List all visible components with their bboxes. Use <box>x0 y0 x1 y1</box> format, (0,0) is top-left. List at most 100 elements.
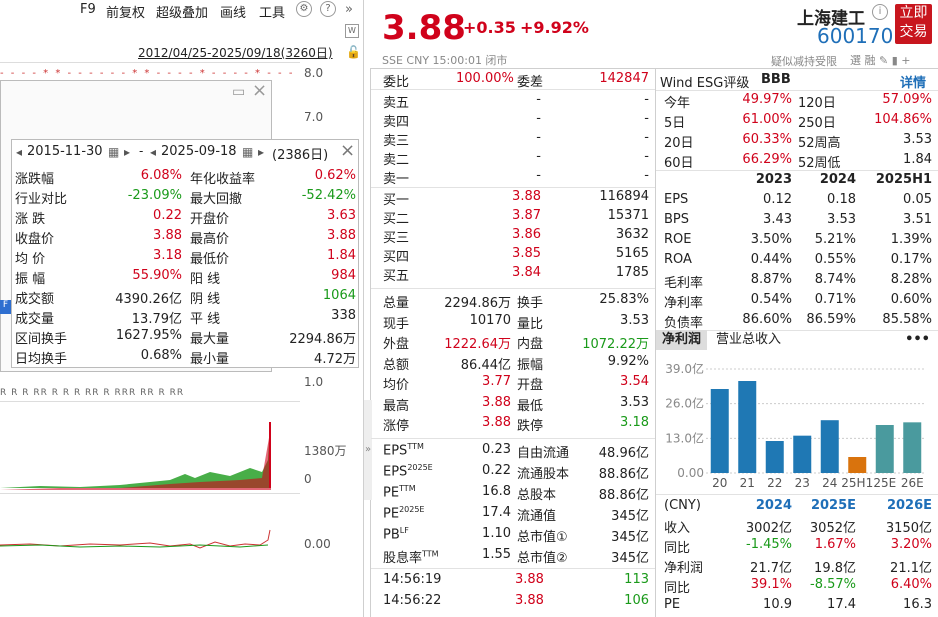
close-icon[interactable]: × <box>340 140 355 161</box>
calendar-icon[interactable]: ▦ <box>242 145 253 159</box>
buy-volume: 116894 <box>599 189 649 204</box>
tick-price: 3.88 <box>515 593 544 608</box>
lock-icon[interactable]: 🔓 <box>346 45 361 59</box>
bar[interactable] <box>710 389 729 473</box>
f9-button[interactable]: F9 <box>80 2 96 17</box>
next-start-icon[interactable]: ▸ <box>124 145 130 159</box>
forecast-value: 21.1亿 <box>890 561 932 576</box>
sell-price: - <box>536 92 541 107</box>
divider <box>656 494 938 495</box>
webi-label: 委比 <box>383 75 410 90</box>
overlay-button[interactable]: 超级叠加 <box>156 2 208 21</box>
tab-net-profit[interactable]: 净利润 <box>656 330 708 350</box>
trade-button[interactable]: 立即 交易 <box>895 4 932 44</box>
summary-value: 1072.22万 <box>582 337 649 352</box>
forecast-value: 19.8亿 <box>814 561 856 576</box>
fin-value: 3.53 <box>827 212 856 227</box>
tab-revenue[interactable]: 营业总收入 <box>716 330 781 350</box>
stats-label: 开盘价 <box>190 212 230 227</box>
buy-price: 3.87 <box>512 208 541 223</box>
toolbar-icons[interactable]: 選 融 ✎ ▮ + <box>850 52 910 68</box>
gear-icon[interactable]: ⚙ <box>296 1 312 17</box>
buy-level-label: 买一 <box>383 193 410 208</box>
fin-value: 8.87% <box>750 272 792 287</box>
bar[interactable] <box>793 435 812 473</box>
fin-value: 86.59% <box>806 312 856 327</box>
f-marker: F <box>0 300 11 314</box>
stats-value: 3.18 <box>153 248 182 263</box>
bar[interactable] <box>848 457 867 473</box>
bar[interactable] <box>820 420 839 473</box>
valuation-value: 16.8 <box>482 484 511 499</box>
divider <box>371 288 655 289</box>
tools-button[interactable]: 工具 <box>259 2 285 21</box>
more-icon[interactable]: ••• <box>905 330 930 350</box>
forecast-label: 同比 <box>664 541 691 556</box>
buy-level-label: 买五 <box>383 269 410 284</box>
valuation-value: 17.4 <box>482 505 511 520</box>
stats-label: 平 线 <box>190 312 221 327</box>
divider <box>371 438 655 439</box>
fin-value: 86.60% <box>742 312 792 327</box>
next-end-icon[interactable]: ▸ <box>258 145 264 159</box>
stats-value: -23.09% <box>127 188 182 203</box>
draw-button[interactable]: 画线 <box>220 2 246 21</box>
stock-code: 600170 <box>817 24 894 48</box>
stats-label: 行业对比 <box>15 192 68 207</box>
forecast-label: 净利润 <box>664 561 704 576</box>
fin-label: BPS <box>664 212 690 227</box>
fin-value: 0.55% <box>814 252 856 267</box>
esg-grade: BBB <box>761 72 791 87</box>
kline-pane[interactable]: F9 前复权 超级叠加 画线 工具 ⚙ ? » W 🔓 2012/04/25-2… <box>0 0 364 617</box>
buy-price: 3.84 <box>512 265 541 280</box>
buy-volume: 1785 <box>615 265 649 280</box>
x-tick-label: 24 <box>822 476 837 490</box>
window-restore-icon[interactable]: ▭ <box>232 84 245 100</box>
info-icon[interactable]: i <box>872 4 888 20</box>
valuation-value: 48.96亿 <box>598 446 649 461</box>
buy-level-label: 买二 <box>383 212 410 227</box>
help-icon[interactable]: ? <box>320 1 336 17</box>
bar[interactable] <box>875 425 894 473</box>
stats-label: 日均换手 <box>15 352 68 367</box>
window-close-icon[interactable]: × <box>252 80 267 101</box>
bar[interactable] <box>903 422 922 473</box>
bar[interactable] <box>738 381 757 473</box>
fin-value: 8.28% <box>890 272 932 287</box>
valuation-label: 总市值② <box>517 551 568 566</box>
valuation-label: PBLF <box>383 526 409 542</box>
stats-label: 涨 跌 <box>15 212 46 227</box>
market-meta: SSE CNY 15:00:01 闭市 <box>382 54 508 67</box>
prev-start-icon[interactable]: ◂ <box>16 145 22 159</box>
perf-value: 3.53 <box>903 132 932 147</box>
summary-label: 内盘 <box>517 337 544 352</box>
fin-value: 0.71% <box>814 292 856 307</box>
prev-end-icon[interactable]: ◂ <box>150 145 156 159</box>
wp-icon[interactable]: W <box>345 24 359 38</box>
fin-value: 1.39% <box>890 232 932 247</box>
stats-value: 1064 <box>322 288 356 303</box>
perf-value: 1.84 <box>903 152 932 167</box>
date-range-label[interactable]: 2012/04/25-2025/09/18(3260日) <box>138 44 333 61</box>
stats-value: 3.88 <box>153 228 182 243</box>
fin-label: ROE <box>664 232 692 247</box>
quote-header: 3.88 +0.35 +9.92% 上海建工 i 600170 SSE CNY … <box>370 0 938 68</box>
stats-value: 13.79亿 <box>131 312 182 327</box>
stats-label: 最高价 <box>190 232 230 247</box>
stats-label: 区间换手 <box>15 332 68 347</box>
esg-detail-link[interactable]: 详情 <box>900 72 926 91</box>
fin-value: 3.43 <box>763 212 792 227</box>
summary-label: 最低 <box>517 398 544 414</box>
tick-price: 3.88 <box>515 572 544 587</box>
stats-label: 最低价 <box>190 252 230 267</box>
end-date[interactable]: 2025-09-18 <box>161 144 237 159</box>
bar[interactable] <box>765 441 784 473</box>
summary-value: 2294.86万 <box>444 296 511 311</box>
expand-icon[interactable]: » <box>345 2 353 17</box>
restore-button[interactable]: 前复权 <box>106 2 145 21</box>
calendar-icon[interactable]: ▦ <box>108 145 119 159</box>
x-tick-label: 26E <box>901 476 924 490</box>
start-date[interactable]: 2015-11-30 <box>27 144 103 159</box>
stats-row: 涨 跌 0.22 开盘价 3.63 <box>12 208 360 228</box>
event-markers-top: - - - - * * - - - - - - * * - - - - * - … <box>0 68 300 79</box>
